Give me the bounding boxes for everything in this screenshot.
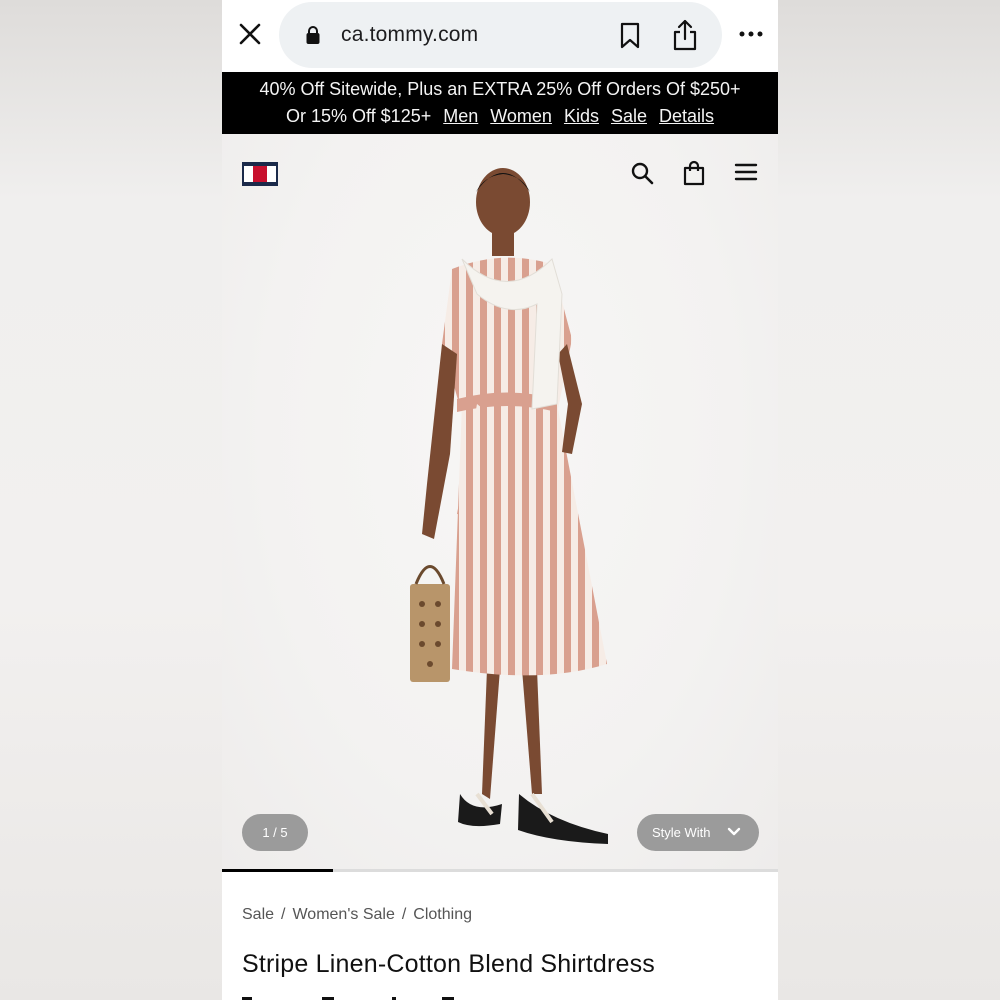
search-icon[interactable] bbox=[630, 161, 654, 185]
breadcrumb-sale[interactable]: Sale bbox=[242, 906, 274, 923]
gallery-progress-fill bbox=[222, 869, 333, 872]
product-model-image bbox=[410, 168, 608, 844]
style-with-button[interactable]: Style With bbox=[637, 814, 759, 851]
image-counter[interactable]: 1 / 5 bbox=[242, 814, 308, 851]
promo-line-2: Or 15% Off $125+ Men Women Kids Sale Details bbox=[222, 103, 778, 130]
breadcrumb-separator: / bbox=[281, 906, 286, 923]
background-blur-left bbox=[0, 0, 222, 1000]
close-icon[interactable] bbox=[236, 20, 264, 48]
address-bar[interactable]: ca.tommy.com bbox=[279, 2, 722, 68]
more-icon[interactable] bbox=[738, 26, 764, 42]
breadcrumb-womens-sale[interactable]: Women's Sale bbox=[292, 906, 394, 923]
gallery-progress-bar bbox=[222, 869, 778, 872]
promo-banner: 40% Off Sitewide, Plus an EXTRA 25% Off … bbox=[222, 72, 778, 134]
promo-link-details[interactable]: Details bbox=[659, 106, 714, 126]
style-with-label: Style With bbox=[652, 825, 711, 840]
promo-link-kids[interactable]: Kids bbox=[564, 106, 599, 126]
browser-toolbar: ca.tommy.com bbox=[222, 0, 778, 72]
share-icon[interactable] bbox=[671, 18, 699, 52]
chevron-down-icon bbox=[727, 827, 741, 836]
product-image-gallery[interactable]: 1 / 5 Style With bbox=[222, 134, 778, 870]
lock-icon bbox=[305, 25, 321, 45]
rating-row-cutoff bbox=[242, 997, 454, 1000]
promo-link-women[interactable]: Women bbox=[490, 106, 552, 126]
phone-screen: ca.tommy.com 40% Off Sitewide, Plus an E… bbox=[222, 0, 778, 1000]
breadcrumb: Sale / Women's Sale / Clothing bbox=[242, 906, 472, 924]
url-text: ca.tommy.com bbox=[341, 23, 479, 46]
background-blur-right bbox=[778, 0, 1000, 1000]
promo-line-1: 40% Off Sitewide, Plus an EXTRA 25% Off … bbox=[259, 79, 741, 99]
breadcrumb-separator: / bbox=[401, 906, 407, 923]
bag-icon[interactable] bbox=[682, 160, 706, 186]
promo-offer-text: Or 15% Off $125+ bbox=[285, 106, 432, 126]
promo-link-sale[interactable]: Sale bbox=[611, 106, 647, 126]
bookmark-icon[interactable] bbox=[619, 22, 641, 50]
product-title: Stripe Linen-Cotton Blend Shirtdress bbox=[242, 950, 655, 978]
breadcrumb-clothing[interactable]: Clothing bbox=[413, 906, 472, 923]
tommy-flag-logo[interactable] bbox=[242, 162, 278, 186]
promo-link-men[interactable]: Men bbox=[443, 106, 478, 126]
menu-icon[interactable] bbox=[734, 162, 758, 182]
